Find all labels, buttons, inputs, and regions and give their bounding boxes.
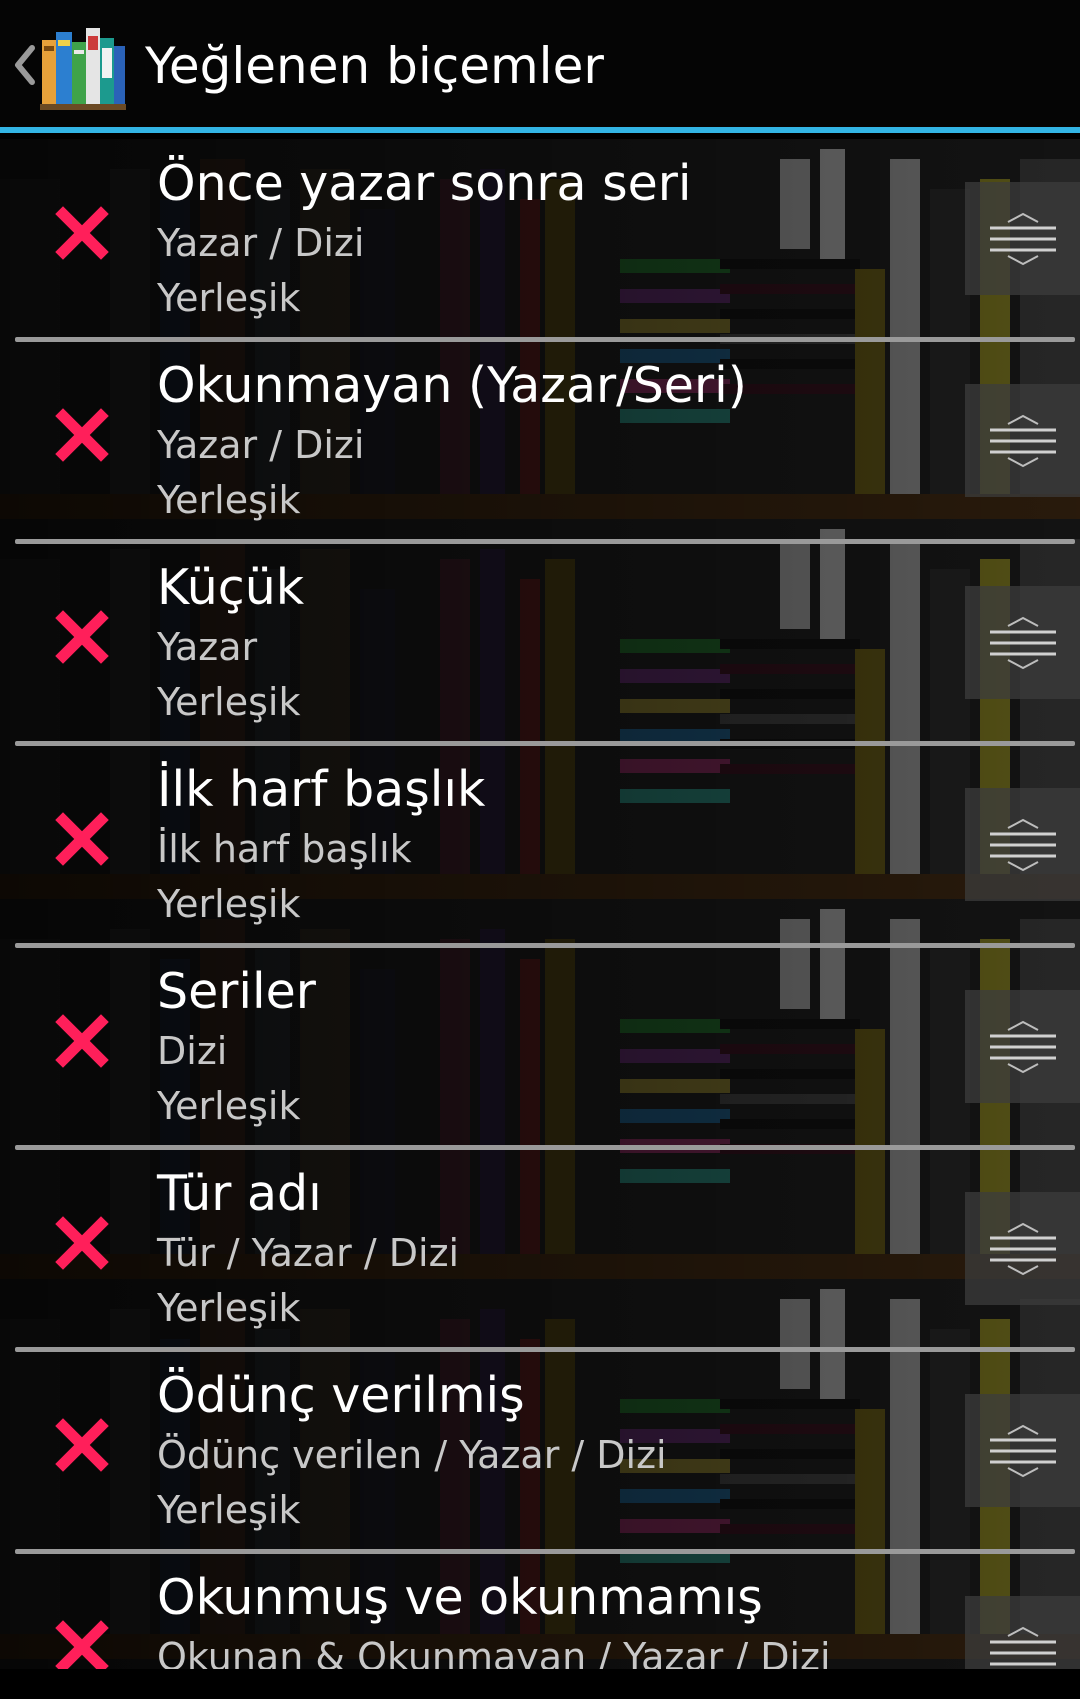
style-list-item[interactable]: İlk harf başlık İlk harf başlık Yerleşik: [0, 745, 1080, 947]
delete-x-icon[interactable]: [55, 610, 109, 664]
style-text: Tür adı Tür / Yazar / Dizi Yerleşik: [157, 1163, 957, 1335]
drag-handle[interactable]: [965, 384, 1080, 497]
drag-handle[interactable]: [965, 990, 1080, 1103]
style-name: Okunmayan (Yazar/Seri): [157, 357, 747, 414]
bottom-edge: [0, 1669, 1080, 1699]
style-name: Önce yazar sonra seri: [157, 155, 692, 212]
preferred-styles-screen: Yeğlenen biçemler Önce yazar sonra seri …: [0, 0, 1080, 1699]
style-origin: Yerleşik: [157, 882, 301, 926]
style-groups: Yazar / Dizi: [157, 221, 365, 265]
style-list-item[interactable]: Ödünç verilmiş Ödünç verilen / Yazar / D…: [0, 1351, 1080, 1553]
style-name: İlk harf başlık: [157, 761, 486, 818]
style-origin: Yerleşik: [157, 276, 301, 320]
drag-handle[interactable]: [965, 1192, 1080, 1305]
drag-handle-icon: [990, 1424, 1056, 1478]
style-list-item[interactable]: Küçük Yazar Yerleşik: [0, 543, 1080, 745]
style-list-item[interactable]: Okunmayan (Yazar/Seri) Yazar / Dizi Yerl…: [0, 341, 1080, 543]
style-groups: Ödünç verilen / Yazar / Dizi: [157, 1433, 667, 1477]
drag-handle[interactable]: [965, 788, 1080, 901]
books-app-icon[interactable]: [40, 20, 126, 110]
style-origin: Yerleşik: [157, 1286, 301, 1330]
drag-handle-icon: [990, 818, 1056, 872]
style-name: Okunmuş ve okunmamış: [157, 1569, 763, 1626]
style-origin: Yerleşik: [157, 680, 301, 724]
style-origin: Yerleşik: [157, 1084, 301, 1128]
action-bar-underline: [0, 127, 1080, 133]
style-list-item[interactable]: Önce yazar sonra seri Yazar / Dizi Yerle…: [0, 139, 1080, 341]
style-origin: Yerleşik: [157, 1488, 301, 1532]
delete-x-icon[interactable]: [55, 1418, 109, 1472]
delete-x-icon[interactable]: [55, 1014, 109, 1068]
style-groups: İlk harf başlık: [157, 827, 412, 871]
style-name: Ödünç verilmiş: [157, 1367, 525, 1424]
style-groups: Dizi: [157, 1029, 228, 1073]
style-text: Küçük Yazar Yerleşik: [157, 557, 957, 729]
delete-x-icon[interactable]: [55, 206, 109, 260]
chevron-left-icon[interactable]: [10, 40, 40, 90]
delete-x-icon[interactable]: [55, 812, 109, 866]
style-name: Seriler: [157, 963, 316, 1020]
delete-x-icon[interactable]: [55, 408, 109, 462]
delete-x-icon[interactable]: [55, 1216, 109, 1270]
drag-handle[interactable]: [965, 1394, 1080, 1507]
style-groups: Yazar / Dizi: [157, 423, 365, 467]
drag-handle-icon: [990, 1222, 1056, 1276]
drag-handle[interactable]: [965, 182, 1080, 295]
delete-x-icon[interactable]: [55, 1620, 109, 1674]
style-text: İlk harf başlık İlk harf başlık Yerleşik: [157, 759, 957, 931]
style-origin: Yerleşik: [157, 478, 301, 522]
drag-handle[interactable]: [965, 586, 1080, 699]
drag-handle-icon: [990, 1020, 1056, 1074]
drag-handle-icon: [990, 212, 1056, 266]
style-text: Ödünç verilmiş Ödünç verilen / Yazar / D…: [157, 1365, 957, 1537]
drag-handle-icon: [990, 414, 1056, 468]
style-text: Seriler Dizi Yerleşik: [157, 961, 957, 1133]
page-title: Yeğlenen biçemler: [145, 37, 604, 95]
style-groups: Yazar: [157, 625, 258, 669]
action-bar: Yeğlenen biçemler: [0, 0, 1080, 133]
style-list-item[interactable]: Seriler Dizi Yerleşik: [0, 947, 1080, 1149]
style-list-item[interactable]: Tür adı Tür / Yazar / Dizi Yerleşik: [0, 1149, 1080, 1351]
style-name: Tür adı: [157, 1165, 322, 1222]
style-name: Küçük: [157, 559, 305, 616]
style-text: Okunmayan (Yazar/Seri) Yazar / Dizi Yerl…: [157, 355, 957, 527]
drag-handle-icon: [990, 616, 1056, 670]
style-groups: Tür / Yazar / Dizi: [157, 1231, 460, 1275]
style-text: Önce yazar sonra seri Yazar / Dizi Yerle…: [157, 153, 957, 325]
